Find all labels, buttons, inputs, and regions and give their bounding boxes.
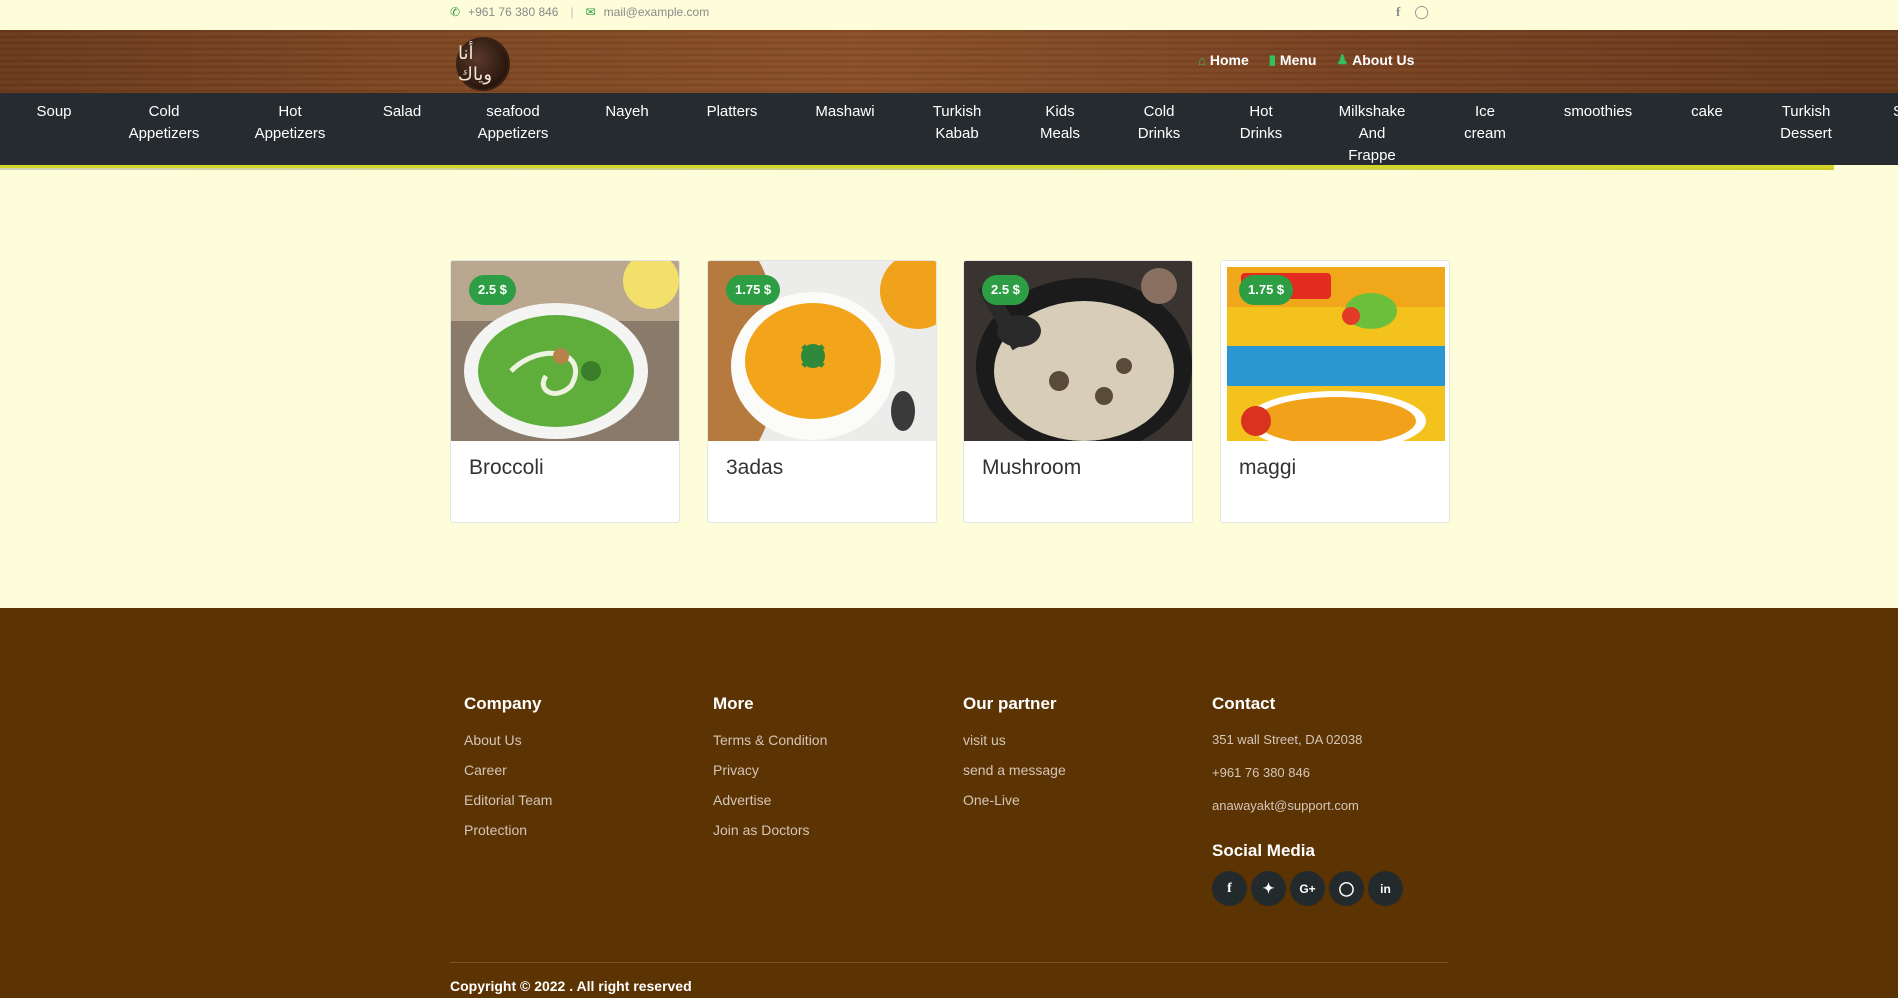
footer-link[interactable]: visit us bbox=[963, 732, 1066, 748]
price-badge: 1.75 $ bbox=[1239, 275, 1294, 305]
category-item[interactable]: Hot Drinks bbox=[1240, 101, 1283, 145]
footer-partner-title: Our partner bbox=[963, 694, 1057, 713]
price-badge: 2.5 $ bbox=[982, 275, 1029, 305]
home-icon: ⌂ bbox=[1198, 52, 1206, 68]
category-bar: Soup Cold Appetizers Hot Appetizers Salad seaf… bbox=[0, 93, 1898, 165]
facebook-icon[interactable]: f bbox=[1396, 4, 1400, 20]
category-item[interactable]: Ice cream bbox=[1464, 101, 1506, 145]
footer-social-title: Social Media bbox=[1212, 841, 1315, 860]
product-name: maggi bbox=[1239, 456, 1297, 479]
copyright: Copyright © 2022 . All right reserved bbox=[450, 978, 692, 994]
footer-link[interactable]: Editorial Team bbox=[464, 792, 552, 808]
site-footer: Company About Us Career Editorial Team P… bbox=[0, 608, 1898, 998]
footer-link[interactable]: Career bbox=[464, 762, 552, 778]
topbar-email[interactable]: mail@example.com bbox=[604, 5, 710, 19]
footer-link[interactable]: send a message bbox=[963, 762, 1066, 778]
linkedin-icon[interactable]: in bbox=[1368, 871, 1403, 906]
category-item[interactable]: Cold Drinks bbox=[1138, 101, 1181, 145]
nav-menu-label: Menu bbox=[1279, 52, 1317, 68]
contact-email[interactable]: anawayakt@support.com bbox=[1212, 798, 1403, 813]
product-name: Broccoli bbox=[469, 456, 544, 479]
topbar-social: f ◯ bbox=[1396, 4, 1429, 20]
category-item[interactable]: Platters bbox=[707, 101, 758, 123]
menu-icon: ▮ bbox=[1268, 52, 1276, 67]
top-contact-bar: ✆ +961 76 380 846 | ✉ mail@example.com f… bbox=[0, 0, 1898, 30]
category-item[interactable]: Salad bbox=[383, 101, 421, 123]
category-item[interactable]: Kids Meals bbox=[1040, 101, 1080, 145]
contact-address: 351 wall Street, DA 02038 bbox=[1212, 732, 1363, 747]
category-item[interactable]: seafood Appetizers bbox=[478, 101, 549, 145]
footer-link[interactable]: Protection bbox=[464, 822, 552, 838]
instagram-icon[interactable]: ◯ bbox=[1414, 4, 1429, 20]
instagram-icon[interactable]: ◯ bbox=[1329, 871, 1364, 906]
category-item[interactable]: Turkish Dessert bbox=[1780, 101, 1832, 145]
category-item[interactable]: Soup bbox=[36, 101, 71, 123]
category-item[interactable]: Mashawi bbox=[815, 101, 874, 123]
nav-menu[interactable]: ▮ Menu bbox=[1269, 52, 1317, 68]
logo[interactable]: أنا وياك bbox=[456, 37, 510, 91]
footer-contact-title: Contact bbox=[1212, 694, 1276, 713]
mail-icon: ✉ bbox=[585, 5, 596, 19]
logo-text: أنا وياك bbox=[458, 43, 493, 85]
nav-about-label: About Us bbox=[1352, 52, 1415, 68]
category-item[interactable]: Nayeh bbox=[605, 101, 648, 123]
category-item[interactable]: smoothies bbox=[1564, 101, 1632, 123]
twitter-icon[interactable]: ✦ bbox=[1251, 871, 1286, 906]
footer-link[interactable]: Terms & Condition bbox=[713, 732, 827, 748]
divider: | bbox=[570, 5, 574, 19]
footer-social-icons: f ✦ G+ ◯ in bbox=[1212, 871, 1403, 906]
product-card-mushroom[interactable]: 2.5 $ Mushroom bbox=[963, 260, 1193, 523]
footer-more: More Terms & Condition Privacy Advertise… bbox=[713, 694, 827, 852]
footer-company: Company About Us Career Editorial Team P… bbox=[464, 694, 552, 852]
footer-company-title: Company bbox=[464, 694, 542, 713]
product-card-3adas[interactable]: 1.75 $ 3adas bbox=[707, 260, 937, 523]
nav-home[interactable]: ⌂ Home bbox=[1198, 52, 1249, 68]
product-name: Mushroom bbox=[982, 456, 1082, 479]
footer-link[interactable]: About Us bbox=[464, 732, 552, 748]
footer-contact: Contact 351 wall Street, DA 02038 +961 7… bbox=[1212, 694, 1403, 906]
product-name: 3adas bbox=[726, 456, 784, 479]
footer-partner: Our partner visit us send a message One-… bbox=[963, 694, 1066, 822]
nav-about[interactable]: ♟ About Us bbox=[1336, 52, 1414, 68]
footer-link[interactable]: Join as Doctors bbox=[713, 822, 827, 838]
main-nav: ⌂ Home ▮ Menu ♟ About Us bbox=[1198, 52, 1414, 68]
category-item[interactable]: Cold Appetizers bbox=[129, 101, 200, 145]
footer-more-title: More bbox=[713, 694, 754, 713]
category-item[interactable]: S bbox=[1893, 101, 1898, 123]
nav-home-label: Home bbox=[1209, 52, 1249, 68]
footer-link[interactable]: Advertise bbox=[713, 792, 827, 808]
google-plus-icon[interactable]: G+ bbox=[1290, 871, 1325, 906]
category-item[interactable]: Milkshake And Frappe bbox=[1339, 101, 1406, 165]
category-item[interactable]: Hot Appetizers bbox=[255, 101, 326, 145]
price-badge: 1.75 $ bbox=[726, 275, 781, 305]
footer-link[interactable]: One-Live bbox=[963, 792, 1066, 808]
category-item[interactable]: Turkish Kabab bbox=[933, 101, 982, 145]
category-item[interactable]: cake bbox=[1691, 101, 1723, 123]
contact-info: ✆ +961 76 380 846 | ✉ mail@example.com bbox=[450, 5, 709, 19]
price-badge: 2.5 $ bbox=[469, 275, 516, 305]
facebook-icon[interactable]: f bbox=[1212, 871, 1247, 906]
product-card-maggi[interactable]: 1.75 $ maggi bbox=[1220, 260, 1450, 523]
phone-icon: ✆ bbox=[450, 5, 461, 19]
category-underline-shadow bbox=[0, 168, 1834, 170]
topbar-phone: +961 76 380 846 bbox=[468, 5, 559, 19]
product-card-broccoli[interactable]: 2.5 $ Broccoli bbox=[450, 260, 680, 523]
contact-phone[interactable]: +961 76 380 846 bbox=[1212, 765, 1403, 780]
footer-link[interactable]: Privacy bbox=[713, 762, 827, 778]
footer-divider bbox=[450, 962, 1448, 963]
site-header: أنا وياك ⌂ Home ▮ Menu ♟ About Us bbox=[0, 30, 1898, 93]
users-icon: ♟ bbox=[1336, 52, 1349, 67]
